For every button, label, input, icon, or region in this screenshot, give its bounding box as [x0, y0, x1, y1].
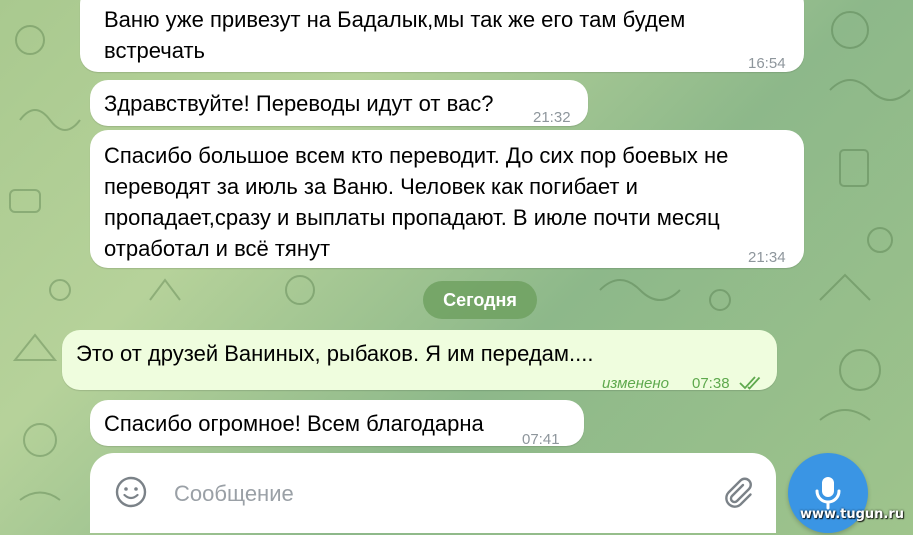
message-text: Спасибо большое всем кто переводит. До с… — [104, 143, 729, 261]
paperclip-icon[interactable] — [718, 473, 756, 511]
message-time: 16:54 — [748, 55, 786, 72]
message-text: Это от друзей Ваниных, рыбаков. Я им пер… — [76, 341, 594, 366]
message-bubble[interactable]: Здравствуйте! Переводы идут от вас? 21:3… — [90, 80, 588, 126]
date-separator: Сегодня — [423, 281, 537, 319]
watermark: www.tugun.ru — [800, 507, 905, 522]
message-bubble[interactable]: Ваню уже привезут на Бадалык,мы так же е… — [80, 0, 804, 72]
message-time: 21:34 — [748, 249, 786, 266]
message-input[interactable] — [172, 475, 696, 513]
message-text: Спасибо огромное! Всем благодарна — [104, 411, 484, 436]
message-bubble[interactable]: Спасибо большое всем кто переводит. До с… — [90, 130, 804, 268]
message-text: Ваню уже привезут на Бадалык,мы так же е… — [104, 7, 686, 63]
message-time: 21:32 — [533, 109, 571, 126]
message-composer — [90, 453, 776, 533]
message-text: Здравствуйте! Переводы идут от вас? — [104, 91, 494, 116]
smile-icon[interactable] — [112, 473, 150, 511]
edited-label: изменено — [602, 375, 669, 392]
message-time: 07:38 — [692, 375, 730, 392]
double-check-icon — [738, 368, 764, 390]
message-bubble[interactable]: Спасибо огромное! Всем благодарна 07:41 — [90, 400, 584, 448]
message-bubble-outgoing[interactable]: Это от друзей Ваниных, рыбаков. Я им пер… — [62, 330, 777, 392]
message-time: 07:41 — [522, 431, 560, 448]
